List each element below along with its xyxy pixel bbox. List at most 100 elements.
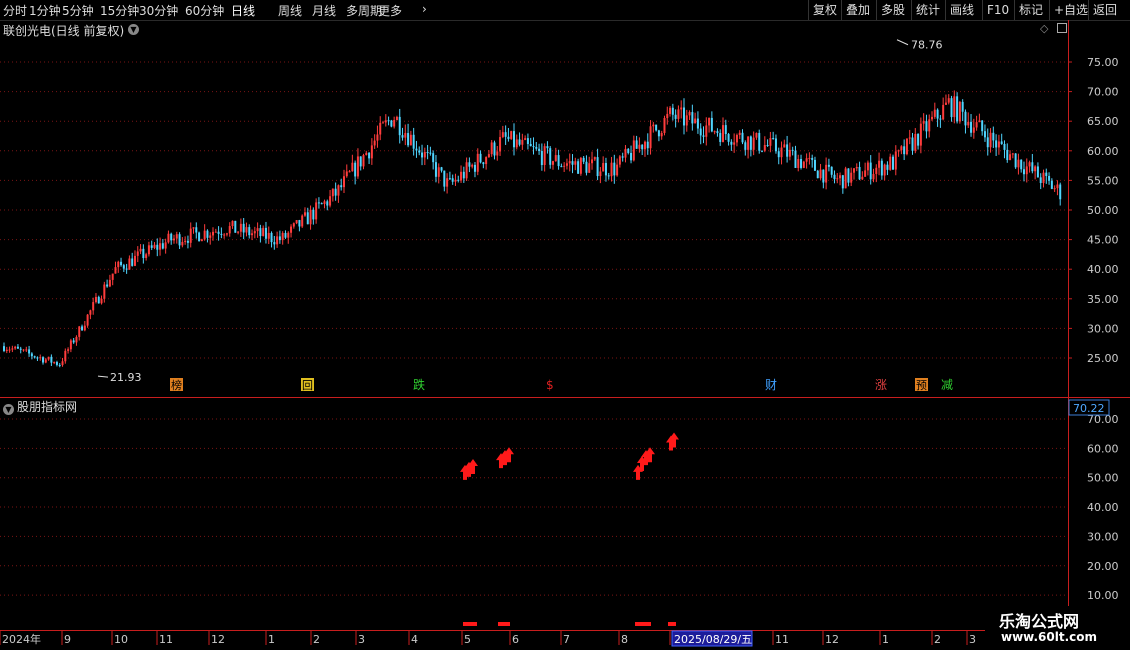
candle-body (933, 109, 936, 117)
candle-body (1053, 188, 1056, 190)
candle-body (462, 171, 465, 179)
candle-body (669, 107, 672, 114)
candle-body (390, 120, 393, 127)
candle-body (301, 215, 304, 227)
candle-body (808, 157, 811, 159)
candle-body (16, 346, 19, 349)
indicator-value-label: 70.22 (1073, 402, 1105, 415)
stock-title: 联创光电(日线 前复权) (3, 24, 125, 38)
candle-body (242, 223, 245, 233)
candle-body (122, 265, 125, 269)
candle-body (593, 157, 596, 160)
candle-body (223, 234, 226, 236)
candle-body (451, 178, 454, 182)
candle-body (579, 157, 582, 174)
candle-body (94, 296, 97, 303)
x-axis-label: 5 (464, 633, 471, 646)
diamond-icon[interactable]: ◇ (1040, 22, 1048, 35)
candle-body (604, 163, 607, 176)
candle-body (880, 160, 883, 176)
candle-body (970, 121, 973, 133)
candle-body (267, 232, 270, 239)
candle-body (869, 162, 872, 180)
x-axis-label: 1 (268, 633, 275, 646)
candle-body (931, 116, 934, 120)
y-tick-label: 75.00 (1087, 56, 1119, 69)
candle-body (864, 170, 867, 177)
kline-chart[interactable]: 75.00 70.00 65.00 60.00 55.00 50.00 45.00 40.00… (0, 0, 1130, 650)
candle-body (203, 230, 206, 240)
signal-bar (668, 622, 676, 626)
candle-body (722, 125, 725, 142)
candle-body (724, 125, 727, 135)
event-marker-label: 减 (941, 378, 953, 392)
candle-body (646, 141, 649, 149)
candle-body (900, 146, 903, 151)
candle-body (312, 209, 315, 220)
candle-body (997, 141, 1000, 148)
candle-body (811, 157, 814, 160)
candle-body (317, 202, 320, 204)
candle-body (214, 231, 217, 233)
candle-body (791, 149, 794, 151)
candle-body (866, 162, 869, 171)
candle-body (370, 145, 373, 159)
y-tick-label: 55.00 (1087, 174, 1119, 187)
candle-body (758, 132, 761, 151)
candle-body (524, 138, 527, 140)
candle-body (978, 120, 981, 123)
candle-body (657, 130, 660, 137)
candle-body (616, 164, 619, 176)
candle-body (1059, 184, 1062, 200)
candle-body (295, 220, 298, 224)
candle-body (936, 109, 939, 119)
chevron-down-icon[interactable]: ▼ (128, 24, 139, 35)
candle-body (671, 107, 674, 115)
candle-body (212, 231, 215, 236)
candle-body (908, 137, 911, 139)
x-axis-label: 10 (114, 633, 128, 646)
y-tick-label: 30.00 (1087, 322, 1119, 335)
main-panel-header: 联创光电(日线 前复权) (3, 22, 124, 38)
candle-body (482, 162, 485, 165)
candle-body (36, 357, 39, 359)
candle-body (111, 273, 114, 280)
x-axis-label: 11 (775, 633, 789, 646)
candle-body (120, 261, 123, 266)
candle-body (953, 96, 956, 118)
candle-body (922, 121, 925, 124)
candle-body (133, 255, 136, 266)
candle-body (774, 138, 777, 152)
candle-body (947, 98, 950, 103)
candle-body (833, 174, 836, 180)
candle-body (284, 232, 287, 238)
candle-body (903, 146, 906, 155)
candle-body (398, 116, 401, 136)
candle-body (958, 101, 961, 122)
candle-body (618, 156, 621, 165)
candle-body (543, 146, 546, 166)
indicator-title: ▼ 股朋指标网 (3, 398, 77, 415)
candle-body (460, 171, 463, 181)
candle-body (585, 161, 588, 173)
candle-body (432, 153, 435, 163)
candle-body (733, 142, 736, 145)
maximize-icon[interactable] (1057, 23, 1067, 33)
indicator-name: 股朋指标网 (17, 400, 78, 414)
candle-body (487, 154, 490, 158)
candle-body (1000, 141, 1003, 144)
candle-body (632, 140, 635, 161)
candle-body (526, 138, 529, 144)
candle-body (245, 227, 248, 233)
candle-body (147, 245, 150, 255)
candle-body (192, 227, 195, 229)
candle-body (540, 151, 543, 166)
x-axis-label: 9 (64, 633, 71, 646)
candle-body (184, 240, 187, 242)
candle-body (67, 349, 70, 351)
x-axis-label: 2 (934, 633, 941, 646)
candle-body (89, 310, 92, 315)
candle-body (892, 156, 895, 170)
candle-body (813, 159, 816, 171)
chevron-down-icon[interactable]: ▼ (3, 404, 14, 415)
